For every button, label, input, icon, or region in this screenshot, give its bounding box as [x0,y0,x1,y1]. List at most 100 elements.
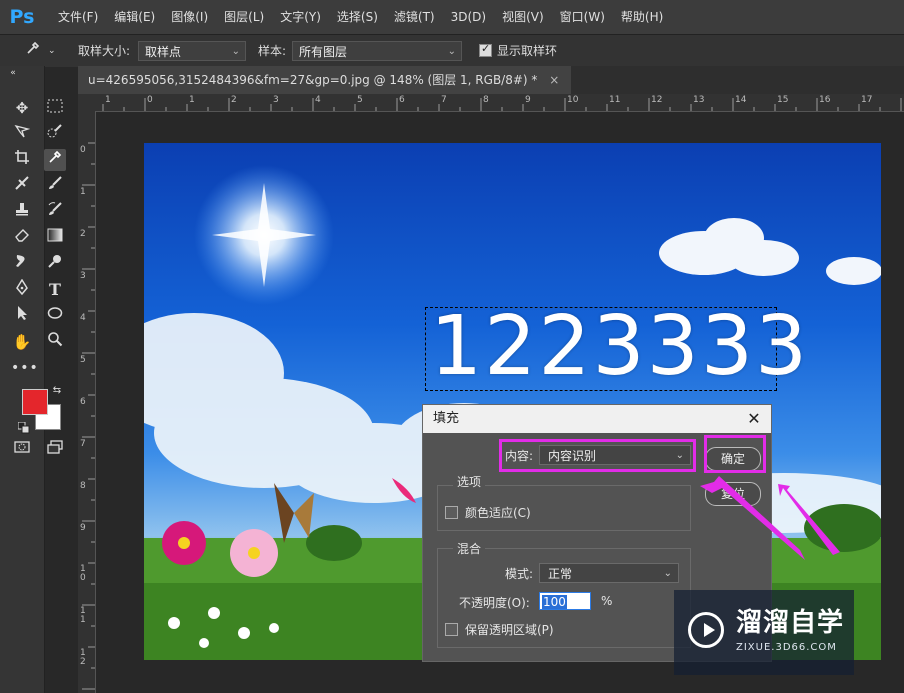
document-tab-title: u=426595056,3152484396&fm=27&gp=0.jpg @ … [88,73,538,87]
ruler-label: 1 [105,95,111,105]
sample-size-dropdown[interactable]: 取样点 ⌄ [138,41,246,61]
spot-healing-tool-icon[interactable] [11,175,33,197]
ruler-label: 1 [189,95,195,105]
ruler-label: 2 [80,229,86,239]
brush-tool-icon[interactable] [44,175,66,197]
ruler-label: 6 [80,397,86,407]
default-colors-icon[interactable] [17,418,30,434]
more-tools-icon[interactable]: ••• [11,357,38,379]
ruler-label: 16 [819,95,831,105]
menu-type[interactable]: 文字(Y) [272,0,329,34]
dialog-titlebar[interactable]: 填充 ✕ [423,405,771,433]
color-adapt-label: 颜色适应(C) [465,506,531,520]
ruler-label: 13 [693,95,705,105]
opacity-unit: % [601,594,613,608]
gradient-tool-icon[interactable] [44,227,66,249]
sample-dropdown[interactable]: 所有图层 ⌄ [292,41,462,61]
history-brush-tool-icon[interactable] [44,201,66,223]
ruler-label: 1 1 [80,606,86,625]
ruler-label: 1 2 [80,648,86,667]
menu-select[interactable]: 选择(S) [329,0,386,34]
crop-tool-icon[interactable] [11,149,33,171]
options-bar: ⌄ 取样大小: 取样点 ⌄ 样本: 所有图层 ⌄ 显示取样环 [0,34,904,67]
ruler-label: 8 [483,95,489,105]
path-selection-tool-icon[interactable] [11,305,33,327]
menu-window[interactable]: 窗口(W) [552,0,613,34]
ruler-label: 3 [80,271,86,281]
menu-filter[interactable]: 滤镜(T) [386,0,443,34]
tools-panel: « ✥ T ✋ ••• ⇆ [0,66,66,693]
ruler-label: 12 [651,95,663,105]
ruler-label: 2 [231,95,237,105]
type-tool-icon[interactable]: T [44,279,66,301]
reset-button[interactable]: 复位 [705,482,761,506]
menu-file[interactable]: 文件(F) [50,0,106,34]
mode-label: 模式: [505,567,534,581]
eraser-tool-icon[interactable] [11,227,33,249]
move-tool-icon[interactable]: ✥ [11,97,33,119]
close-icon[interactable]: ✕ [743,408,765,430]
quick-mask-icon[interactable] [11,439,33,461]
butterfly [274,483,314,543]
collapse-panel-icon[interactable]: « [2,66,24,80]
menu-items: 文件(F) 编辑(E) 图像(I) 图层(L) 文字(Y) 选择(S) 滤镜(T… [50,0,671,34]
ruler-label: 7 [441,95,447,105]
menu-image[interactable]: 图像(I) [163,0,216,34]
mode-value: 正常 [548,567,573,581]
vertical-ruler[interactable]: 0 1 2 3 4 5 6 7 8 9 1 0 1 1 1 2 [78,111,96,693]
zoom-tool-icon[interactable] [44,331,66,353]
screen-mode-icon[interactable] [44,439,66,461]
blur-tool-icon[interactable] [11,253,33,275]
ruler-label: 11 [609,95,621,105]
dodge-tool-icon[interactable] [44,253,66,275]
ruler-label: 0 [147,95,153,105]
preserve-transparency-checkbox[interactable] [445,623,458,636]
lasso-tool-icon[interactable] [11,123,33,145]
ruler-label: 3 [273,95,279,105]
chevron-down-icon: ⌄ [447,46,456,57]
ruler-label: 5 [357,95,363,105]
dialog-title: 填充 [433,411,460,426]
ruler-label: 6 [399,95,405,105]
opacity-label: 不透明度(O): [459,596,530,610]
menu-layer[interactable]: 图层(L) [216,0,272,34]
clone-stamp-tool-icon[interactable] [11,201,33,223]
sample-value: 所有图层 [299,45,348,59]
photoshop-logo: Ps [9,6,35,28]
hand-tool-icon[interactable]: ✋ [11,331,33,353]
show-ring-checkbox[interactable] [479,42,492,57]
ruler-label: 1 [80,187,86,197]
watermark-name: 溜溜自学 [736,608,845,638]
mode-dropdown[interactable]: 正常 ⌄ [539,563,679,583]
ruler-label: 5 [80,355,86,365]
preset-chevron-icon[interactable]: ⌄ [48,35,56,67]
close-tab-icon[interactable]: × [549,73,559,87]
eyedropper-tool-icon[interactable] [44,149,66,171]
opacity-value: 100 [542,595,567,609]
ruler-label: 14 [735,95,747,105]
ruler-label: 10 [567,95,579,105]
quick-selection-tool-icon[interactable] [44,123,66,145]
ruler-label: 17 [861,95,873,105]
eyedropper-preset-icon[interactable] [22,40,44,62]
sample-label: 样本: [258,44,287,58]
menu-help[interactable]: 帮助(H) [613,0,671,34]
color-adapt-checkbox[interactable] [445,506,458,519]
play-logo-icon [688,612,724,648]
document-tab[interactable]: u=426595056,3152484396&fm=27&gp=0.jpg @ … [78,66,572,94]
opacity-input[interactable]: 100 [539,592,591,610]
menu-view[interactable]: 视图(V) [494,0,552,34]
menu-3d[interactable]: 3D(D) [443,0,494,34]
ellipse-tool-icon[interactable] [44,305,66,327]
foreground-color-swatch[interactable] [22,389,48,415]
preserve-transparency-label: 保留透明区域(P) [465,623,554,637]
ruler-label: 9 [525,95,531,105]
ruler-label: 8 [80,481,86,491]
swap-colors-icon[interactable]: ⇆ [50,384,64,398]
menu-edit[interactable]: 编辑(E) [106,0,163,34]
marquee-tool-icon[interactable] [44,97,66,119]
horizontal-ruler[interactable]: 1 0 1 2 3 4 5 6 7 8 9 10 11 12 13 14 15 … [95,94,904,112]
pen-tool-icon[interactable] [11,278,33,301]
canvas-text-layer: 1223333 [430,299,810,394]
ruler-corner [78,94,96,112]
